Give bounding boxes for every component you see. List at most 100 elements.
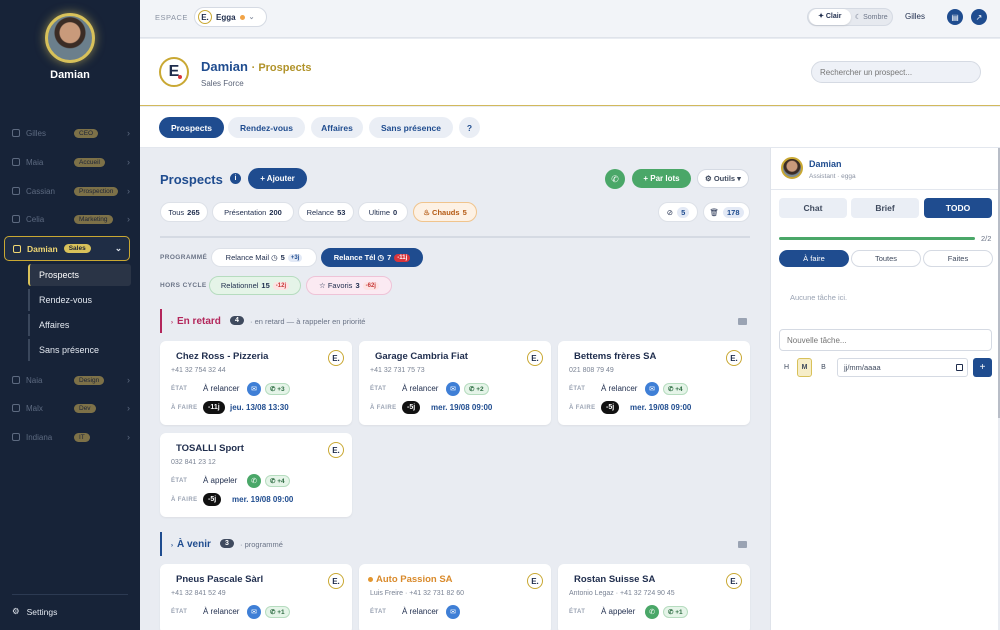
subnav-sans-presence[interactable]: Sans présence bbox=[28, 339, 131, 361]
prospect-card[interactable]: Bettems frères SA 021 808 79 49 E. ÉTAT … bbox=[558, 341, 750, 425]
info-icon[interactable]: i bbox=[230, 173, 241, 184]
subnav-affaires[interactable]: Affaires bbox=[28, 314, 131, 336]
todo-progress-text: 2/2 bbox=[981, 234, 992, 243]
book-icon[interactable]: ▤ bbox=[947, 9, 963, 25]
phone-icon[interactable]: ✆ bbox=[645, 605, 659, 619]
calendar-icon bbox=[12, 158, 20, 166]
tab-chat[interactable]: Chat bbox=[779, 198, 847, 218]
task-date-input[interactable]: jj/mm/aaaa bbox=[837, 358, 968, 377]
egga-logo-icon: E bbox=[159, 57, 189, 87]
subnav-prospects[interactable]: Prospects bbox=[28, 264, 131, 286]
add-prospect-button[interactable]: + Ajouter bbox=[248, 168, 307, 189]
add-task-button[interactable]: + bbox=[973, 358, 992, 377]
phone-count-badge[interactable]: ✆ +2 bbox=[464, 383, 489, 395]
mail-icon[interactable]: ✉ bbox=[446, 605, 460, 619]
chevron-right-icon: › bbox=[171, 320, 173, 326]
trash-filter[interactable]: 🗑 178 bbox=[703, 202, 750, 222]
mail-icon[interactable]: ✉ bbox=[645, 382, 659, 396]
section-late-count: 4 bbox=[230, 316, 244, 325]
prospect-card[interactable]: Garage Cambria Fiat +41 32 731 75 73 E. … bbox=[359, 341, 551, 425]
phone-count-badge[interactable]: ✆ +4 bbox=[265, 475, 290, 487]
sidebar-item-cassian[interactable]: Cassian Prospection › bbox=[12, 183, 130, 199]
briefcase-icon bbox=[13, 244, 21, 253]
programme-label: PROGRAMMÉ bbox=[160, 254, 208, 261]
chevron-down-icon: ⌄ bbox=[114, 243, 122, 253]
chip-relationnel[interactable]: Relationnel 15 -12j bbox=[209, 276, 301, 295]
tools-button[interactable]: ⚙ Outils ▾ bbox=[697, 169, 749, 188]
assistant-role: Assistant · egga bbox=[809, 173, 856, 180]
theme-light-option[interactable]: ✦ Clair bbox=[809, 9, 851, 25]
phone-icon[interactable]: ✆ bbox=[605, 169, 625, 189]
priority-low[interactable]: B bbox=[816, 358, 831, 377]
filter-ultime[interactable]: Ultime 0 bbox=[358, 202, 408, 222]
filter-presentation[interactable]: Présentation 200 bbox=[212, 202, 294, 222]
filter-relance[interactable]: Relance 53 bbox=[298, 202, 354, 222]
phone-icon[interactable]: ✆ bbox=[247, 474, 261, 488]
sidebar-item-naia[interactable]: Naia Design › bbox=[12, 372, 130, 388]
chip-favoris[interactable]: ☆ Favoris 3 -62j bbox=[306, 276, 392, 295]
theme-dark-option[interactable]: ☾ Sombre bbox=[851, 13, 893, 21]
print-icon[interactable] bbox=[738, 541, 747, 548]
sidebar-item-malx[interactable]: Malx Dev › bbox=[12, 400, 130, 416]
blocked-filter[interactable]: ⊘ 5 bbox=[658, 202, 698, 222]
prospect-card[interactable]: Rostan Suisse SA Antonio Legaz · +41 32 … bbox=[558, 564, 750, 630]
help-button[interactable]: ? bbox=[459, 117, 480, 138]
prospect-card[interactable]: Chez Ross - Pizzeria +41 32 754 32 44 E.… bbox=[160, 341, 352, 425]
calendar-icon[interactable] bbox=[956, 364, 963, 371]
print-icon[interactable] bbox=[738, 318, 747, 325]
filter-a-faire[interactable]: À faire bbox=[779, 250, 849, 267]
prospect-card[interactable]: Auto Passion SA Luis Freire · +41 32 731… bbox=[359, 564, 551, 630]
egga-logo-icon: E. bbox=[527, 350, 543, 366]
settings-link[interactable]: ⚙ Settings bbox=[12, 606, 57, 617]
new-task-input[interactable] bbox=[779, 329, 992, 351]
sidebar-item-damian[interactable]: Damian Sales ⌄ bbox=[4, 236, 130, 261]
batch-button[interactable]: + Par lots bbox=[632, 169, 691, 188]
mail-icon[interactable]: ✉ bbox=[247, 605, 261, 619]
blocked-icon: ⊘ bbox=[666, 207, 674, 217]
mail-icon[interactable]: ✉ bbox=[446, 382, 460, 396]
section-late-title[interactable]: › En retard bbox=[171, 316, 221, 327]
espace-selector[interactable]: E. Egga ⌄ bbox=[194, 7, 267, 27]
tab-brief[interactable]: Brief bbox=[851, 198, 919, 218]
phone-count-badge[interactable]: ✆ +1 bbox=[663, 606, 688, 618]
egga-logo-icon: E. bbox=[726, 573, 742, 589]
tab-todo[interactable]: TODO bbox=[924, 198, 992, 218]
filter-tous[interactable]: Tous 265 bbox=[160, 202, 208, 222]
section-marker bbox=[160, 532, 162, 556]
chip-relance-tel[interactable]: Relance Tél ◷ 7 -11j bbox=[321, 248, 423, 267]
phone-count-badge[interactable]: ✆ +1 bbox=[265, 606, 290, 618]
filter-toutes[interactable]: Toutes bbox=[851, 250, 921, 267]
user-name: Damian bbox=[50, 69, 90, 81]
sidebar-item-indiana[interactable]: Indiana IT › bbox=[12, 429, 130, 445]
phone-count-badge[interactable]: ✆ +4 bbox=[663, 383, 688, 395]
egga-logo-icon: E. bbox=[527, 573, 543, 589]
phone-count-badge[interactable]: ✆ +3 bbox=[265, 383, 290, 395]
subnav-rendez-vous[interactable]: Rendez-vous bbox=[28, 289, 131, 311]
sidebar-item-celia[interactable]: Celia Marketing › bbox=[12, 211, 130, 227]
mail-icon[interactable]: ✉ bbox=[247, 382, 261, 396]
tab-affaires[interactable]: Affaires bbox=[311, 117, 363, 138]
filter-faites[interactable]: Faites bbox=[923, 250, 993, 267]
filter-chauds[interactable]: ♨ Chauds 5 bbox=[413, 202, 477, 222]
tab-rendez-vous[interactable]: Rendez-vous bbox=[228, 117, 305, 138]
tab-prospects[interactable]: Prospects bbox=[159, 117, 224, 138]
priority-high[interactable]: H bbox=[779, 358, 794, 377]
prospect-card[interactable]: Pneus Pascale Sàrl +41 32 841 52 49 E. É… bbox=[160, 564, 352, 630]
espace-label: ESPACE bbox=[155, 13, 188, 22]
prospect-card[interactable]: TOSALLI Sport 032 841 23 12 E. ÉTAT À ap… bbox=[160, 433, 352, 517]
external-link-icon[interactable]: ↗ bbox=[971, 9, 987, 25]
priority-medium[interactable]: M bbox=[797, 358, 812, 377]
top-user-name[interactable]: Gilles bbox=[905, 12, 925, 21]
section-upcoming-title[interactable]: › À venir bbox=[171, 539, 211, 550]
chevron-right-icon: › bbox=[127, 128, 130, 138]
search-input[interactable] bbox=[811, 61, 981, 83]
todo-progress-bar bbox=[779, 237, 975, 240]
theme-toggle[interactable]: ✦ Clair ☾ Sombre bbox=[807, 8, 893, 26]
tab-sans-presence[interactable]: Sans présence bbox=[369, 117, 453, 138]
server-icon bbox=[12, 433, 20, 441]
chip-relance-mail[interactable]: Relance Mail ◷ 5 +3j bbox=[211, 248, 317, 267]
sidebar-item-gilles[interactable]: Gilles CEO › bbox=[12, 125, 130, 141]
user-avatar[interactable] bbox=[45, 13, 95, 63]
chevron-right-icon: › bbox=[127, 403, 130, 413]
sidebar-item-maia[interactable]: Maia Accueil › bbox=[12, 154, 130, 170]
